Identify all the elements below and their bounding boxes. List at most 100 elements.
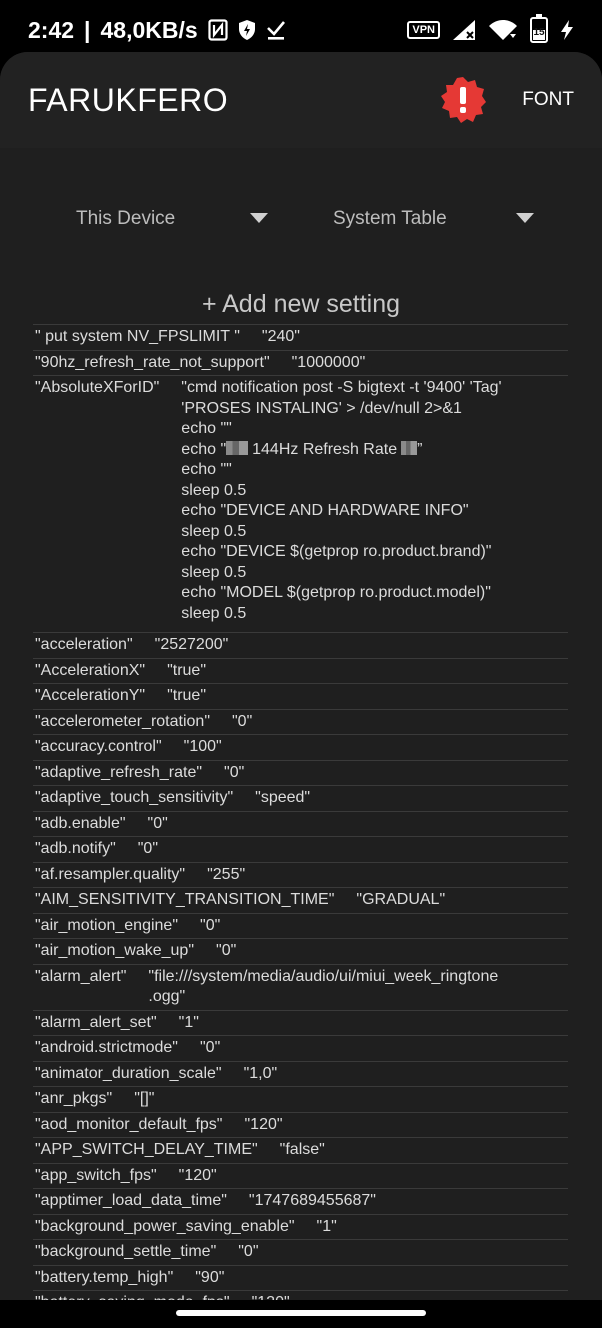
setting-row[interactable]: "aod_monitor_default_fps" "120"	[33, 1111, 568, 1138]
wifi-icon	[488, 19, 518, 41]
selector-row: This Device System Table	[0, 202, 602, 236]
setting-value-line: "file:///system/media/audio/ui/miui_week…	[148, 967, 499, 985]
setting-key: " put system NV_FPSLIMIT "	[35, 328, 240, 345]
setting-value-line: echo " 144Hz Refresh Rate ”	[181, 440, 501, 461]
setting-value-line: sleep 0.5	[181, 604, 247, 622]
setting-key: "AccelerationY"	[35, 687, 146, 704]
setting-row[interactable]: "AbsoluteXForID" "cmd notification post -…	[33, 375, 568, 632]
setting-row[interactable]: "battery.temp_high" "90"	[33, 1264, 568, 1291]
battery-icon: 15	[530, 14, 548, 43]
setting-value: "[]"	[134, 1090, 155, 1107]
setting-row[interactable]: "anr_pkgs" "[]"	[33, 1086, 568, 1112]
status-right: VPN 15	[407, 14, 574, 43]
add-new-setting-button[interactable]: + Add new setting	[0, 290, 602, 319]
check-download-icon	[266, 19, 286, 41]
device-dropdown[interactable]: This Device	[76, 202, 272, 236]
setting-row[interactable]: "90hz_refresh_rate_not_support" "1000000"	[33, 349, 568, 376]
setting-key: "APP_SWITCH_DELAY_TIME"	[35, 1141, 258, 1158]
setting-value: "100"	[183, 738, 222, 755]
setting-row[interactable]: "air_motion_wake_up" "0"	[33, 938, 568, 964]
closing-quote: ”	[417, 440, 423, 458]
setting-row[interactable]: "APP_SWITCH_DELAY_TIME" "false"	[33, 1137, 568, 1163]
status-bar: 2:42 | 48,0KB/s VPN 15	[0, 0, 602, 60]
table-dropdown-label: System Table	[333, 208, 447, 229]
setting-key: "adaptive_refresh_rate"	[35, 763, 203, 781]
setting-value: "0"	[232, 712, 253, 730]
setting-row[interactable]: "animator_duration_scale" "1,0"	[33, 1060, 568, 1087]
setting-key: "alarm_alert_set"	[35, 1013, 157, 1031]
table-dropdown[interactable]: System Table	[333, 202, 537, 236]
setting-value: "0"	[216, 942, 237, 959]
setting-value: "120"	[178, 1166, 217, 1184]
setting-key: "battery.temp_high"	[35, 1268, 174, 1286]
setting-value-line: echo "DEVICE AND HARDWARE INFO"	[181, 502, 469, 519]
setting-key: "accuracy.control"	[35, 738, 162, 755]
setting-key: "background_settle_time"	[35, 1243, 217, 1260]
setting-key: "AIM_SENSITIVITY_TRANSITION_TIME"	[35, 891, 335, 908]
setting-value: "true"	[167, 687, 207, 704]
shield-icon	[238, 19, 256, 41]
setting-value-line: echo ""	[181, 461, 232, 478]
chevron-down-icon	[516, 213, 534, 223]
setting-value: "0"	[147, 814, 168, 832]
setting-key: "android.strictmode"	[35, 1039, 178, 1056]
setting-row[interactable]: " put system NV_FPSLIMIT " "240"	[33, 324, 568, 350]
setting-row[interactable]: "air_motion_engine" "0"	[33, 912, 568, 939]
setting-value-line: .ogg"	[148, 988, 186, 1005]
setting-row[interactable]: "alarm_alert_set" "1"	[33, 1009, 568, 1036]
setting-key: "animator_duration_scale"	[35, 1064, 222, 1082]
setting-row[interactable]: "AccelerationX" "true"	[33, 657, 568, 684]
setting-value-line: 'PROSES INSTALING' > /dev/null 2>&1	[181, 399, 462, 417]
block-glyph	[226, 440, 249, 455]
network-speed: 48,0KB/s	[100, 16, 198, 43]
setting-row[interactable]: "adb.enable" "0"	[33, 810, 568, 837]
setting-row[interactable]: "adaptive_touch_sensitivity" "speed"	[33, 785, 568, 811]
app-window: FARUKFERO FONT This Device System Table …	[0, 52, 602, 1300]
setting-row[interactable]: "accelerometer_rotation" "0"	[33, 708, 568, 735]
setting-key: "af.resampler.quality"	[35, 865, 186, 883]
setting-value: "255"	[207, 865, 246, 883]
app-bar: FARUKFERO FONT	[0, 52, 602, 148]
setting-key: "AbsoluteXForID"	[35, 379, 160, 396]
setting-value-line: sleep 0.5	[181, 563, 247, 581]
setting-key: "battery_saving_mode_fps"	[35, 1293, 230, 1300]
refresh-rate-text: 144Hz Refresh Rate	[252, 440, 398, 458]
setting-row[interactable]: "background_power_saving_enable" "1"	[33, 1213, 568, 1240]
setting-row[interactable]: "adb.notify" "0"	[33, 836, 568, 862]
setting-key: "adaptive_touch_sensitivity"	[35, 789, 234, 806]
setting-row[interactable]: "adaptive_refresh_rate" "0"	[33, 759, 568, 786]
home-gesture-pill[interactable]	[176, 1310, 426, 1316]
setting-key: "air_motion_engine"	[35, 916, 179, 934]
setting-value: "false"	[279, 1141, 325, 1158]
setting-value: "120"	[230, 1293, 290, 1300]
battery-level: 15	[533, 27, 545, 38]
setting-value: "90"	[195, 1268, 225, 1286]
setting-row[interactable]: "battery_saving_mode_fps""120"	[33, 1290, 568, 1300]
setting-key: "air_motion_wake_up"	[35, 942, 195, 959]
setting-row[interactable]: "app_switch_fps" "120"	[33, 1162, 568, 1189]
setting-row[interactable]: "accuracy.control" "100"	[33, 734, 568, 760]
setting-row[interactable]: "android.strictmode" "0"	[33, 1035, 568, 1061]
setting-value: "1"	[316, 1217, 337, 1235]
setting-row[interactable]: "AccelerationY" "true"	[33, 683, 568, 709]
setting-row[interactable]: "apptimer_load_data_time" "1747689455687"	[33, 1188, 568, 1214]
font-button[interactable]: FONT	[522, 89, 574, 111]
vpn-icon: VPN	[407, 21, 440, 39]
setting-value-line: sleep 0.5	[181, 522, 247, 540]
setting-row[interactable]: "af.resampler.quality" "255"	[33, 861, 568, 888]
setting-value: "1000000"	[291, 353, 366, 371]
block-glyph	[401, 440, 418, 455]
setting-row[interactable]: "acceleration" "2527200"	[33, 632, 568, 658]
setting-row[interactable]: "alarm_alert" "file:///system/media/audio…	[33, 963, 568, 1010]
setting-key: "adb.enable"	[35, 814, 126, 832]
device-dropdown-label: This Device	[76, 208, 176, 229]
setting-value: "true"	[167, 661, 207, 679]
settings-list: " put system NV_FPSLIMIT " "240" "90hz_ref…	[33, 324, 568, 1300]
setting-row[interactable]: "background_settle_time" "0"	[33, 1239, 568, 1265]
setting-key: "acceleration"	[35, 636, 133, 653]
setting-value-line: sleep 0.5	[181, 481, 247, 499]
charging-icon	[560, 19, 574, 41]
nfc-icon	[208, 19, 228, 41]
alert-icon[interactable]	[438, 75, 488, 125]
setting-row[interactable]: "AIM_SENSITIVITY_TRANSITION_TIME" "GRADUA…	[33, 887, 568, 913]
